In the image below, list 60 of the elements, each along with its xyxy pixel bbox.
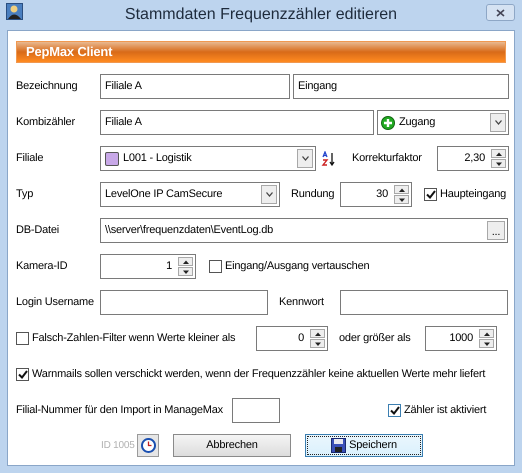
checkbox[interactable] (16, 332, 29, 345)
spin-field[interactable]: 0 (256, 326, 328, 351)
window-title: Stammdaten Frequenzzähler editieren (124, 5, 398, 25)
spin-field[interactable]: 2,30 (437, 146, 509, 171)
header-bar: PepMax Client (16, 41, 506, 63)
field-label: Typ (16, 187, 34, 202)
username-field[interactable] (100, 290, 268, 315)
field-label: Bezeichnung (16, 79, 78, 94)
field-label: oder größer als (339, 331, 412, 346)
spin-field[interactable]: 30 (340, 182, 412, 207)
spin-down-icon[interactable] (479, 339, 494, 348)
password-field[interactable] (340, 290, 508, 315)
text-field[interactable]: Eingang (293, 74, 509, 99)
path-field[interactable]: \\server\frequenzdaten\EventLog.db ... (100, 218, 508, 243)
close-button[interactable] (486, 4, 515, 21)
checkbox-label: Warnmails sollen verschickt werden, wenn der Frequenzzähler keine aktuellen Werte mehr liefert (32, 367, 486, 382)
checkbox-label: Eingang/Ausgang vertauschen (225, 259, 370, 274)
browse-button[interactable]: ... (487, 221, 505, 240)
spin-down-icon[interactable] (178, 267, 193, 276)
spin-down-icon[interactable] (310, 339, 325, 348)
checkbox[interactable] (388, 404, 401, 417)
close-icon (496, 8, 505, 16)
checkbox[interactable] (424, 188, 437, 201)
checkbox[interactable] (16, 368, 29, 381)
field-label: DB-Datei (16, 223, 60, 238)
app-icon (6, 3, 23, 20)
clock-icon (140, 438, 156, 453)
save-button[interactable]: Speichern (305, 434, 423, 457)
field-label: Filiale (16, 151, 44, 166)
spin-field[interactable]: 1000 (425, 326, 497, 351)
field-label: Filial-Nummer für den Import in ManageMax (16, 403, 224, 418)
spin-field[interactable]: 1 (100, 254, 196, 279)
dropdown[interactable]: LevelOne IP CamSecure (100, 182, 280, 207)
id-label: ID 1005 (100, 439, 136, 453)
field-label: Kamera-ID (16, 259, 68, 274)
spin-up-icon[interactable] (310, 329, 325, 338)
text-field[interactable]: Filiale A (100, 74, 290, 99)
checkbox-label: Falsch-Zahlen-Filter wenn Werte kleiner als (32, 331, 236, 346)
clock-button[interactable] (137, 434, 159, 457)
spin-down-icon[interactable] (491, 159, 506, 168)
spin-down-icon[interactable] (394, 195, 409, 204)
spin-up-icon[interactable] (491, 149, 506, 158)
spin-up-icon[interactable] (178, 257, 193, 266)
text-field[interactable]: Filiale A (100, 110, 374, 135)
dropdown[interactable]: Zugang (377, 110, 509, 135)
cancel-button[interactable]: Abbrechen (173, 434, 291, 457)
checkbox-label: Zähler ist aktiviert (404, 403, 486, 418)
plus-icon (381, 116, 395, 130)
field-label: Kombizähler (16, 115, 76, 130)
spin-up-icon[interactable] (479, 329, 494, 338)
spin-up-icon[interactable] (394, 185, 409, 194)
sort-icon[interactable] (321, 150, 337, 166)
dropdown[interactable]: L001 - Logistik (100, 146, 316, 171)
checkbox[interactable] (209, 260, 222, 273)
checkbox-label: Haupteingang (440, 187, 506, 202)
field-label: Login Username (16, 295, 95, 310)
field-label: Rundung (291, 187, 336, 202)
field-label: Korrekturfaktor (352, 151, 423, 166)
field-label: Kennwort (279, 295, 325, 310)
number-field[interactable] (232, 398, 280, 423)
